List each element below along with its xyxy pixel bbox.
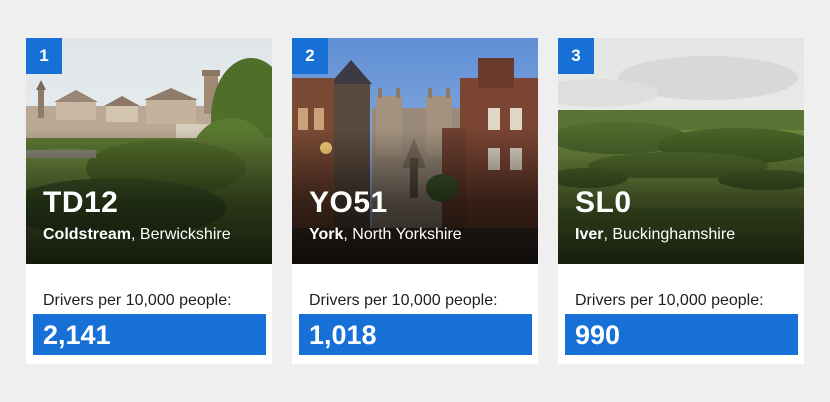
postcode-title: TD12 [43,186,119,219]
region-name: , Buckinghamshire [603,226,736,243]
town-name: York [309,226,344,243]
location-label: Iver, Buckinghamshire [575,226,735,244]
location-label: Coldstream, Berwickshire [43,226,231,244]
location-label: York, North Yorkshire [309,226,462,244]
stat-value-bar: 1,018 [299,314,532,355]
stat-value-bar: 990 [565,314,798,355]
stat-value: 1,018 [309,320,377,350]
stat-value-bar: 2,141 [33,314,266,355]
postcode-card: 2 YO51 York, North Yorkshire Drivers per… [292,38,538,364]
stat-value: 990 [575,320,621,350]
stat-label: Drivers per 10,000 people: [43,292,232,309]
region-name: , North Yorkshire [343,226,462,243]
rank-badge: 2 [292,38,328,74]
town-name: Coldstream [43,226,132,243]
region-name: , Berwickshire [131,226,231,243]
postcode-title: SL0 [575,186,632,219]
postcode-card: 3 SL0 Iver, Buckinghamshire Drivers per … [558,38,804,364]
rank-badge: 3 [558,38,594,74]
postcode-card: 1 TD12 Coldstream, Berwickshire Drivers … [26,38,272,364]
postcode-title: YO51 [309,186,388,219]
town-name: Iver [575,226,604,243]
stat-label: Drivers per 10,000 people: [575,292,764,309]
stat-label: Drivers per 10,000 people: [309,292,498,309]
rank-badge: 1 [26,38,62,74]
stat-value: 2,141 [43,320,111,350]
